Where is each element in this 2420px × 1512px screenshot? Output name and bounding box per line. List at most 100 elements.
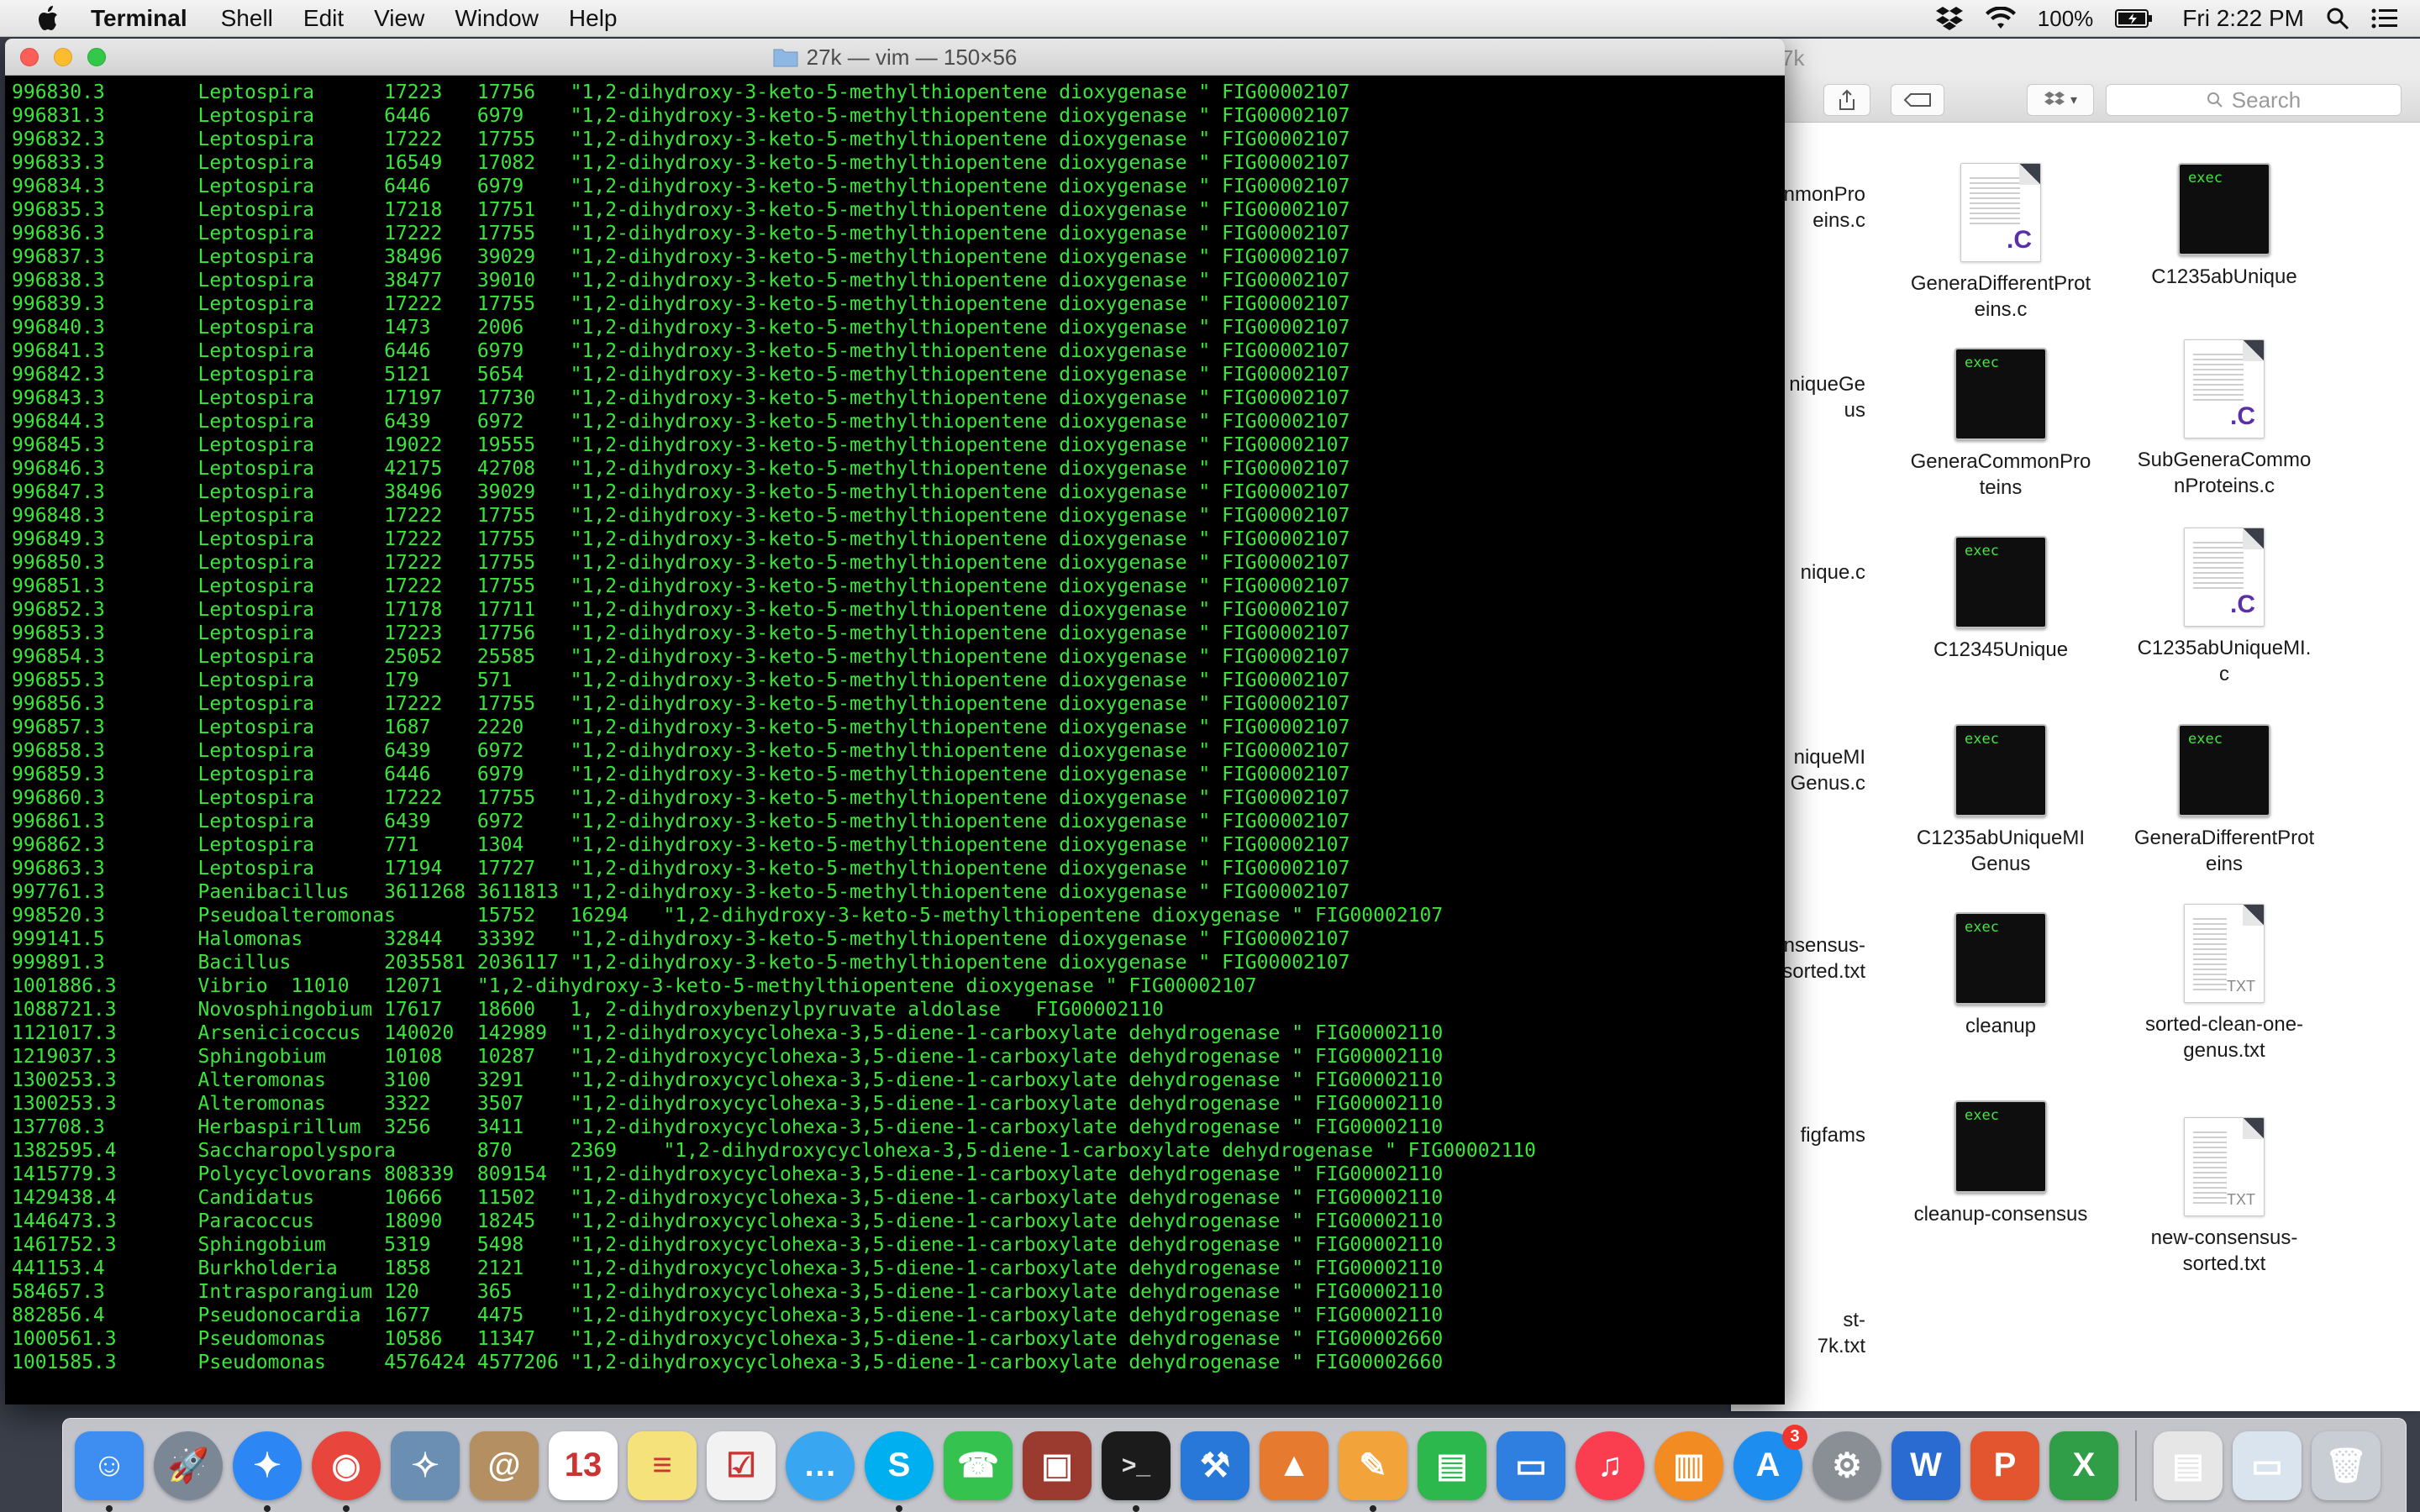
finder-title: 7k	[1781, 45, 1805, 71]
dock-downloads-stack-icon[interactable]: ▭	[2233, 1431, 2302, 1500]
notification-center-icon[interactable]	[2371, 8, 2398, 29]
dock-messages-icon[interactable]: …	[786, 1431, 855, 1500]
terminal-line: 996845.3 Leptospira 19022 19555 "1,2-dih…	[12, 434, 1350, 456]
dock-preview-icon[interactable]: ✧	[391, 1431, 460, 1500]
dock-notes-icon[interactable]: ≡	[628, 1431, 697, 1500]
file-item-c1235abuniquemi-c[interactable]: .C C1235abUniqueMI. c	[2119, 528, 2329, 687]
finder-toolbar: ▾ Search	[1731, 76, 2420, 123]
terminal-line: 996831.3 Leptospira 6446 6979 "1,2-dihyd…	[12, 105, 1350, 127]
finder-search-input[interactable]: Search	[2106, 84, 2402, 116]
dock-terminal-icon[interactable]: >_	[1102, 1431, 1171, 1512]
menu-help[interactable]: Help	[569, 5, 618, 32]
file-item-c1235abunique[interactable]: exec C1235abUnique	[2119, 163, 2329, 290]
apple-menu-icon[interactable]	[32, 2, 66, 35]
dock-glyph: 🚀	[167, 1447, 209, 1484]
dock-trash-icon[interactable]: 🗑	[2312, 1431, 2381, 1500]
menu-clock[interactable]: Fri 2:22 PM	[2182, 5, 2304, 32]
terminal-line: 996846.3 Leptospira 42175 42708 "1,2-dih…	[12, 458, 1350, 480]
share-button[interactable]	[1823, 84, 1870, 116]
terminal-titlebar[interactable]: 27k — vim — 150×56	[5, 39, 1785, 76]
dock-numbers-icon[interactable]: ▤	[1418, 1431, 1486, 1500]
dock-ibooks-icon[interactable]: ▥	[1655, 1431, 1723, 1500]
running-indicator	[106, 1504, 113, 1512]
dock-pages-icon[interactable]: ✎	[1339, 1431, 1407, 1512]
tag-icon	[1903, 93, 1931, 107]
dropbox-button[interactable]: ▾	[2027, 84, 2094, 116]
dock-facetime-icon[interactable]: ☎	[944, 1431, 1013, 1500]
dock-reminders-icon[interactable]: ☑	[707, 1431, 776, 1500]
dock-xcode-icon[interactable]: ⚒	[1181, 1431, 1249, 1500]
spotlight-search-icon[interactable]	[2326, 7, 2349, 30]
tags-button[interactable]	[1891, 84, 1944, 116]
file-item-cleanup-consensus[interactable]: exec cleanup-consensus	[1896, 1100, 2106, 1227]
dock-glyph: …	[803, 1446, 837, 1483]
terminal-line: 999141.5 Halomonas 32844 33392 "1,2-dihy…	[12, 928, 1350, 950]
menu-view[interactable]: View	[374, 5, 424, 32]
dock-music-icon[interactable]: ♫	[1576, 1431, 1644, 1500]
dock-word-icon[interactable]: W	[1891, 1431, 1960, 1500]
c-source-icon: .C	[2184, 339, 2265, 438]
terminal-line: 1121017.3 Arsenicicoccus 140020 142989 "…	[12, 1022, 1444, 1044]
dock-safari-icon[interactable]: ✦	[233, 1431, 302, 1512]
dock-glyph: ▭	[1515, 1446, 1547, 1484]
dock-glyph: ◉	[331, 1446, 361, 1484]
file-item-genera-common-proteins[interactable]: exec GeneraCommonPro teins	[1896, 348, 2106, 501]
dock-glyph: ⚒	[1200, 1446, 1230, 1484]
dock-launchpad-icon[interactable]: 🚀	[154, 1431, 223, 1500]
dock-matlab-icon[interactable]: ▲	[1260, 1431, 1328, 1500]
finder-window[interactable]: 7k ▾ Search nmonPro eins.c niqueGe us ni…	[1731, 39, 2420, 1411]
terminal-line: 996862.3 Leptospira 771 1304 "1,2-dihydr…	[12, 834, 1350, 856]
dock-glyph: A	[1755, 1446, 1781, 1483]
file-item-new-consensus-sorted-txt[interactable]: TXT new-consensus- sorted.txt	[2119, 1117, 2329, 1277]
dropbox-icon[interactable]	[1935, 6, 1964, 31]
finder-titlebar[interactable]: 7k	[1731, 39, 2420, 76]
running-indicator	[1370, 1504, 1376, 1512]
exec-icon: exec	[1954, 348, 2047, 440]
dock-keynote-icon[interactable]: ▭	[1497, 1431, 1565, 1500]
dock-photo-booth-icon[interactable]: ▣	[1023, 1431, 1092, 1500]
terminal-line: 996834.3 Leptospira 6446 6979 "1,2-dihyd…	[12, 176, 1350, 197]
dock-contacts-icon[interactable]: @	[470, 1431, 539, 1500]
close-button[interactable]	[20, 48, 39, 66]
terminal-line: 998520.3 Pseudoalteromonas 15752 16294 "…	[12, 905, 1444, 927]
finder-icon-grid: nmonPro eins.c niqueGe us nique.c niqueM…	[1731, 123, 2420, 1411]
dock-excel-icon[interactable]: X	[2049, 1431, 2118, 1500]
exec-icon: exec	[1954, 536, 2047, 628]
file-item-subgenera-common-proteins-c[interactable]: .C SubGeneraCommo nProteins.c	[2119, 339, 2329, 499]
file-item-sorted-clean-one-genus-txt[interactable]: TXT sorted-clean-one- genus.txt	[2119, 904, 2329, 1063]
search-icon	[2207, 92, 2223, 108]
terminal-line: 996851.3 Leptospira 17222 17755 "1,2-dih…	[12, 575, 1350, 597]
terminal-line: 1446473.3 Paracoccus 18090 18245 "1,2-di…	[12, 1210, 1444, 1232]
terminal-output[interactable]: 996830.3 Leptospira 17223 17756 "1,2-dih…	[5, 76, 1785, 1404]
zoom-button[interactable]	[87, 48, 106, 66]
file-item-c12345unique[interactable]: exec C12345Unique	[1896, 536, 2106, 663]
menu-edit[interactable]: Edit	[303, 5, 344, 32]
file-item-genera-different-proteins[interactable]: exec GeneraDifferentProt eins	[2119, 724, 2329, 877]
dock-skype-icon[interactable]: S	[865, 1431, 934, 1512]
menu-terminal[interactable]: Terminal	[91, 5, 187, 32]
dock-powerpoint-icon[interactable]: P	[1970, 1431, 2039, 1500]
terminal-line: 997761.3 Paenibacillus 3611268 3611813 "…	[12, 881, 1350, 903]
wifi-icon[interactable]	[1985, 7, 2016, 30]
terminal-line: 996858.3 Leptospira 6439 6972 "1,2-dihyd…	[12, 740, 1350, 762]
battery-icon[interactable]	[2115, 8, 2154, 29]
dock-system-preferences-icon[interactable]: ⚙	[1812, 1431, 1881, 1500]
file-item-c1235abuniquemigenus[interactable]: exec C1235abUniqueMI Genus	[1896, 724, 2106, 877]
minimize-button[interactable]	[54, 48, 72, 66]
terminal-line: 996833.3 Leptospira 16549 17082 "1,2-dih…	[12, 152, 1350, 174]
terminal-line: 137708.3 Herbaspirillum 3256 3411 "1,2-d…	[12, 1116, 1444, 1138]
dock-finder-icon[interactable]: ☺	[75, 1431, 144, 1512]
terminal-window[interactable]: 27k — vim — 150×56 996830.3 Leptospira 1…	[5, 39, 1785, 1404]
terminal-line: 996835.3 Leptospira 17218 17751 "1,2-dih…	[12, 199, 1350, 221]
dock-chrome-icon[interactable]: ◉	[312, 1431, 381, 1512]
file-item-genera-different-proteins-c[interactable]: .C GeneraDifferentProt eins.c	[1896, 163, 2106, 323]
file-item-cleanup[interactable]: exec cleanup	[1896, 912, 2106, 1039]
terminal-line: 996849.3 Leptospira 17222 17755 "1,2-dih…	[12, 528, 1350, 550]
dock-documents-stack-icon[interactable]: ▤	[2154, 1431, 2223, 1500]
dock-calendar-icon[interactable]: 13	[549, 1431, 618, 1500]
dock-app-store-icon[interactable]: A3	[1733, 1424, 1807, 1500]
battery-percentage: 100%	[2037, 5, 2094, 31]
terminal-line: 996854.3 Leptospira 25052 25585 "1,2-dih…	[12, 646, 1350, 668]
menu-window[interactable]: Window	[455, 5, 539, 32]
menu-shell[interactable]: Shell	[221, 5, 273, 32]
